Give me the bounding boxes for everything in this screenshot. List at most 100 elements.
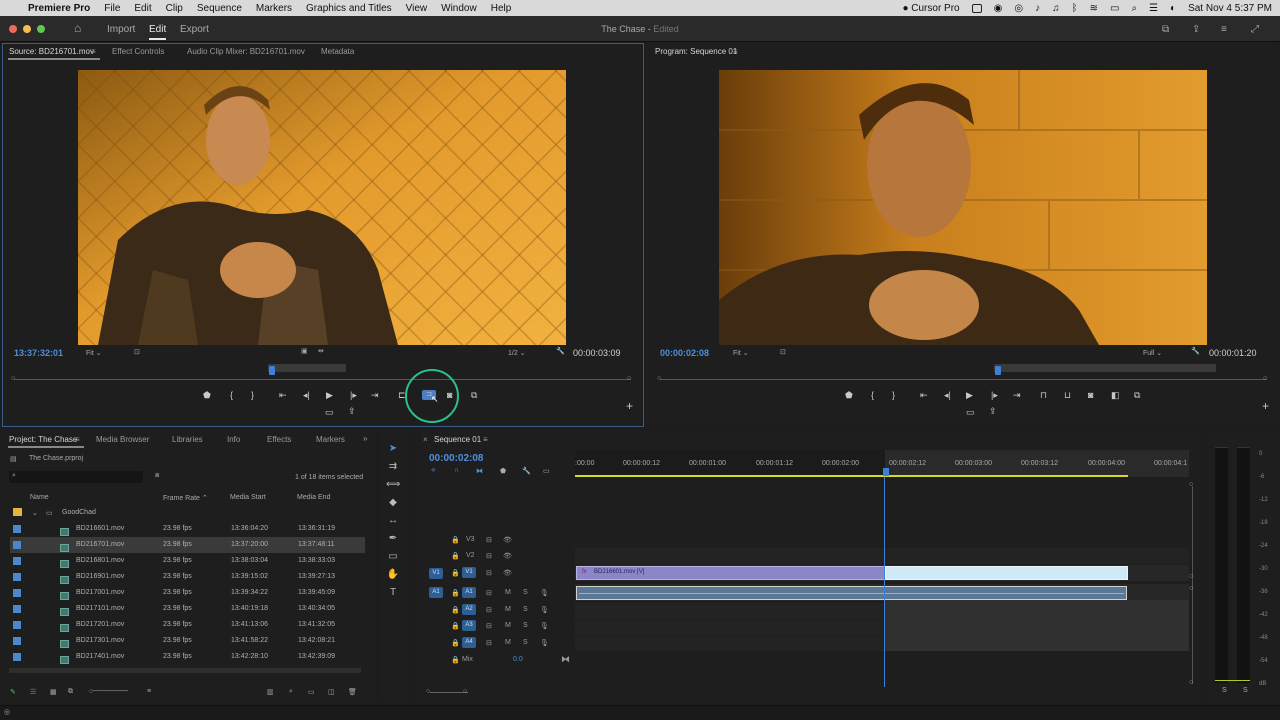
track-visibility-icon[interactable]: 👁 bbox=[503, 569, 512, 577]
program-step-back-icon[interactable]: ◂| bbox=[944, 390, 951, 401]
freeform-view-icon[interactable]: ⧉ bbox=[68, 688, 73, 696]
mix-value[interactable]: 0.0 bbox=[513, 656, 523, 663]
icon-view-icon[interactable]: ▦ bbox=[50, 688, 57, 696]
minimize-window-icon[interactable] bbox=[23, 25, 31, 33]
tab-effects[interactable]: Effects bbox=[267, 435, 291, 444]
export-icon[interactable]: ⇪ bbox=[348, 406, 356, 417]
source-patch-a1[interactable]: A1 bbox=[429, 587, 443, 598]
menu-graphics-titles[interactable]: Graphics and Titles bbox=[306, 3, 392, 14]
mute-button[interactable]: M bbox=[505, 606, 511, 613]
solo-button[interactable]: S bbox=[523, 622, 528, 629]
v-scroll-mid1[interactable]: ○ bbox=[1189, 573, 1193, 580]
siri-icon[interactable]: ◐ bbox=[1170, 3, 1176, 14]
source-panel-menu-icon[interactable]: ≡ bbox=[91, 47, 96, 56]
voiceover-record-icon[interactable]: 🎙 bbox=[540, 639, 549, 647]
tab-effect-controls[interactable]: Effect Controls bbox=[112, 47, 164, 56]
voiceover-record-icon[interactable]: 🎙 bbox=[540, 622, 549, 630]
meter-solo-right[interactable]: S bbox=[1243, 687, 1248, 694]
video-clip[interactable]: fx BD216601.mov [V] bbox=[576, 566, 885, 580]
track-target-a4[interactable]: A4 bbox=[462, 637, 476, 648]
program-zoom-left[interactable]: ○ bbox=[657, 375, 661, 382]
program-resolution-select[interactable]: Full ⌄ bbox=[1143, 349, 1162, 357]
workspace-export[interactable]: Export bbox=[180, 24, 209, 35]
cursor-pro-menu[interactable]: ● Cursor Pro bbox=[902, 3, 959, 14]
program-in-out-range[interactable] bbox=[994, 364, 1216, 372]
sequence-menu-icon[interactable]: ≡ bbox=[483, 435, 488, 444]
v-scroll-bottom[interactable]: ○ bbox=[1189, 679, 1193, 686]
comparison-view-icon[interactable]: ◧ bbox=[1111, 390, 1120, 401]
tab-metadata[interactable]: Metadata bbox=[321, 47, 354, 56]
program-fit-select[interactable]: Fit ⌄ bbox=[733, 349, 749, 357]
automate-to-sequence-icon[interactable]: ▥ bbox=[267, 688, 274, 696]
new-bin-icon[interactable]: ▭ bbox=[308, 688, 315, 696]
sync-lock-icon[interactable]: ⊟ bbox=[486, 552, 492, 560]
pen-tool-icon[interactable]: ✒ bbox=[386, 533, 400, 545]
program-settings-icon[interactable]: ⊡ bbox=[780, 348, 786, 356]
mix-lock-icon[interactable]: 🔒 bbox=[451, 656, 460, 664]
program-add-button-icon[interactable]: + bbox=[1262, 399, 1269, 413]
home-icon[interactable]: ⌂ bbox=[74, 21, 81, 35]
drag-audio-icon[interactable]: ⇹ bbox=[318, 347, 324, 355]
meter-solo-left[interactable]: S bbox=[1222, 687, 1227, 694]
source-scrub-bar[interactable] bbox=[14, 379, 631, 380]
list-item[interactable]: BD217201.mov 23.98 fps 13:41:13:06 13:41:32… bbox=[10, 617, 365, 633]
menu-help[interactable]: Help bbox=[491, 3, 512, 14]
solo-button[interactable]: S bbox=[523, 606, 528, 613]
program-video-frame[interactable] bbox=[719, 70, 1207, 345]
writable-icon[interactable]: ✎ bbox=[10, 688, 16, 696]
source-add-button-icon[interactable]: + bbox=[626, 399, 633, 413]
music-icon[interactable]: ♪ bbox=[1035, 3, 1040, 14]
type-tool-icon[interactable]: T bbox=[386, 587, 400, 599]
solo-button[interactable]: S bbox=[523, 589, 528, 596]
sync-lock-icon[interactable]: ⊟ bbox=[486, 622, 492, 630]
program-button-editor-icon[interactable]: ⧉ bbox=[1134, 390, 1140, 401]
voiceover-record-icon[interactable]: 🎙 bbox=[540, 606, 549, 614]
track-lock-icon[interactable]: 🔒 bbox=[451, 552, 460, 560]
track-lock-icon[interactable]: 🔒 bbox=[451, 639, 460, 647]
column-media-start[interactable]: Media Start bbox=[230, 494, 266, 501]
linked-selection-icon[interactable]: ⧓ bbox=[476, 467, 483, 475]
program-play-icon[interactable]: ▶ bbox=[966, 390, 973, 401]
list-item[interactable]: BD216901.mov 23.98 fps 13:39:15:02 13:39:27… bbox=[10, 569, 365, 585]
sync-lock-icon[interactable]: ⊟ bbox=[486, 606, 492, 614]
control-center-icon[interactable]: ☰ bbox=[1149, 3, 1158, 14]
program-scrub-bar[interactable] bbox=[660, 379, 1267, 380]
tab-audio-clip-mixer[interactable]: Audio Clip Mixer: BD216701.mov bbox=[187, 47, 305, 56]
voiceover-record-icon[interactable]: 🎙 bbox=[540, 589, 549, 597]
tab-program[interactable]: Program: Sequence 01 bbox=[655, 47, 737, 56]
v-scroll-mid2[interactable]: ○ bbox=[1189, 585, 1193, 592]
tab-project[interactable]: Project: The Chase bbox=[9, 435, 77, 444]
mark-out-icon[interactable]: } bbox=[251, 390, 254, 400]
track-lock-icon[interactable]: 🔒 bbox=[451, 606, 460, 614]
track-target-a2[interactable]: A2 bbox=[462, 604, 476, 615]
track-select-tool-icon[interactable]: ⇉ bbox=[386, 461, 400, 473]
add-marker-icon[interactable]: ⬟ bbox=[203, 390, 211, 401]
audio-clip[interactable] bbox=[576, 586, 1127, 600]
project-search-input[interactable] bbox=[9, 471, 143, 483]
snap-icon[interactable]: ∩ bbox=[454, 467, 459, 474]
list-item[interactable]: BD216701.mov 23.98 fps 13:37:20:00 13:37:48… bbox=[10, 537, 365, 553]
list-item-folder[interactable]: ⌄ ▭ GoodChad bbox=[10, 505, 365, 521]
program-zoom-right[interactable]: ○ bbox=[1263, 375, 1267, 382]
ripple-edit-tool-icon[interactable]: ⟺ bbox=[386, 479, 400, 491]
v-scroll-top[interactable]: ○ bbox=[1189, 481, 1193, 488]
extract-icon[interactable]: ⊔ bbox=[1064, 390, 1071, 401]
close-window-icon[interactable] bbox=[9, 25, 17, 33]
menu-file[interactable]: File bbox=[104, 3, 120, 14]
source-resolution-select[interactable]: 1/2 ⌄ bbox=[508, 349, 526, 357]
clock[interactable]: Sat Nov 4 5:37 PM bbox=[1188, 3, 1272, 14]
source-fit-select[interactable]: Fit ⌄ bbox=[86, 349, 102, 357]
list-item[interactable]: BD216601.mov 23.98 fps 13:36:04:20 13:36:31… bbox=[10, 521, 365, 537]
folder-disclosure-icon[interactable]: ⌄ bbox=[32, 509, 38, 517]
menu-clip[interactable]: Clip bbox=[166, 3, 183, 14]
video-clip-selected[interactable] bbox=[885, 566, 1128, 580]
sync-lock-icon[interactable]: ⊟ bbox=[486, 536, 492, 544]
track-visibility-icon[interactable]: 👁 bbox=[503, 536, 512, 544]
close-sequence-icon[interactable]: × bbox=[423, 435, 428, 444]
list-view-icon[interactable]: ☰ bbox=[30, 688, 36, 696]
rectangle-tool-icon[interactable]: ▭ bbox=[386, 551, 400, 563]
sync-lock-icon[interactable]: ⊟ bbox=[486, 589, 492, 597]
track-lock-icon[interactable]: 🔒 bbox=[451, 622, 460, 630]
more-tabs-icon[interactable]: » bbox=[363, 434, 367, 443]
list-item[interactable]: BD216801.mov 23.98 fps 13:38:03:04 13:38:33… bbox=[10, 553, 365, 569]
